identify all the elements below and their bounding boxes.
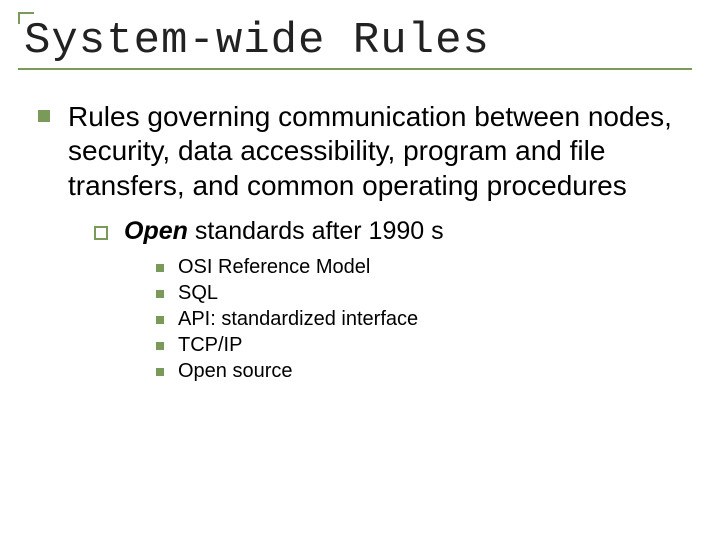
bullet-level2: Open standards after 1990 s [94,217,684,246]
small-square-bullet-icon [156,290,164,298]
title-corner-decoration [18,12,34,24]
bullet-level3: OSI Reference Model [156,256,684,279]
title-underline: System-wide Rules [18,18,692,70]
main-point-text: Rules governing communication between no… [68,100,684,202]
bullet-level3: TCP/IP [156,334,684,357]
sub-point-text: Open standards after 1990 s [124,217,444,246]
list-item: SQL [178,282,218,305]
square-bullet-icon [38,110,50,122]
small-square-bullet-icon [156,316,164,324]
list-item: TCP/IP [178,334,242,357]
small-square-bullet-icon [156,342,164,350]
sub-point-rest: standards after 1990 s [188,217,444,245]
slide: System-wide Rules Rules governing commun… [0,0,720,540]
list-item: OSI Reference Model [178,256,370,279]
content-area: Rules governing communication between no… [24,100,692,382]
bullet-level3: API: standardized interface [156,308,684,331]
slide-title: System-wide Rules [24,18,692,64]
small-square-bullet-icon [156,368,164,376]
sub-point-emphasis: Open [124,217,188,245]
list-item: API: standardized interface [178,308,418,331]
open-square-bullet-icon [94,226,108,240]
list-item: Open source [178,360,293,383]
bullet-level3: SQL [156,282,684,305]
bullet-level1: Rules governing communication between no… [38,100,684,202]
bullet-level3: Open source [156,360,684,383]
small-square-bullet-icon [156,264,164,272]
